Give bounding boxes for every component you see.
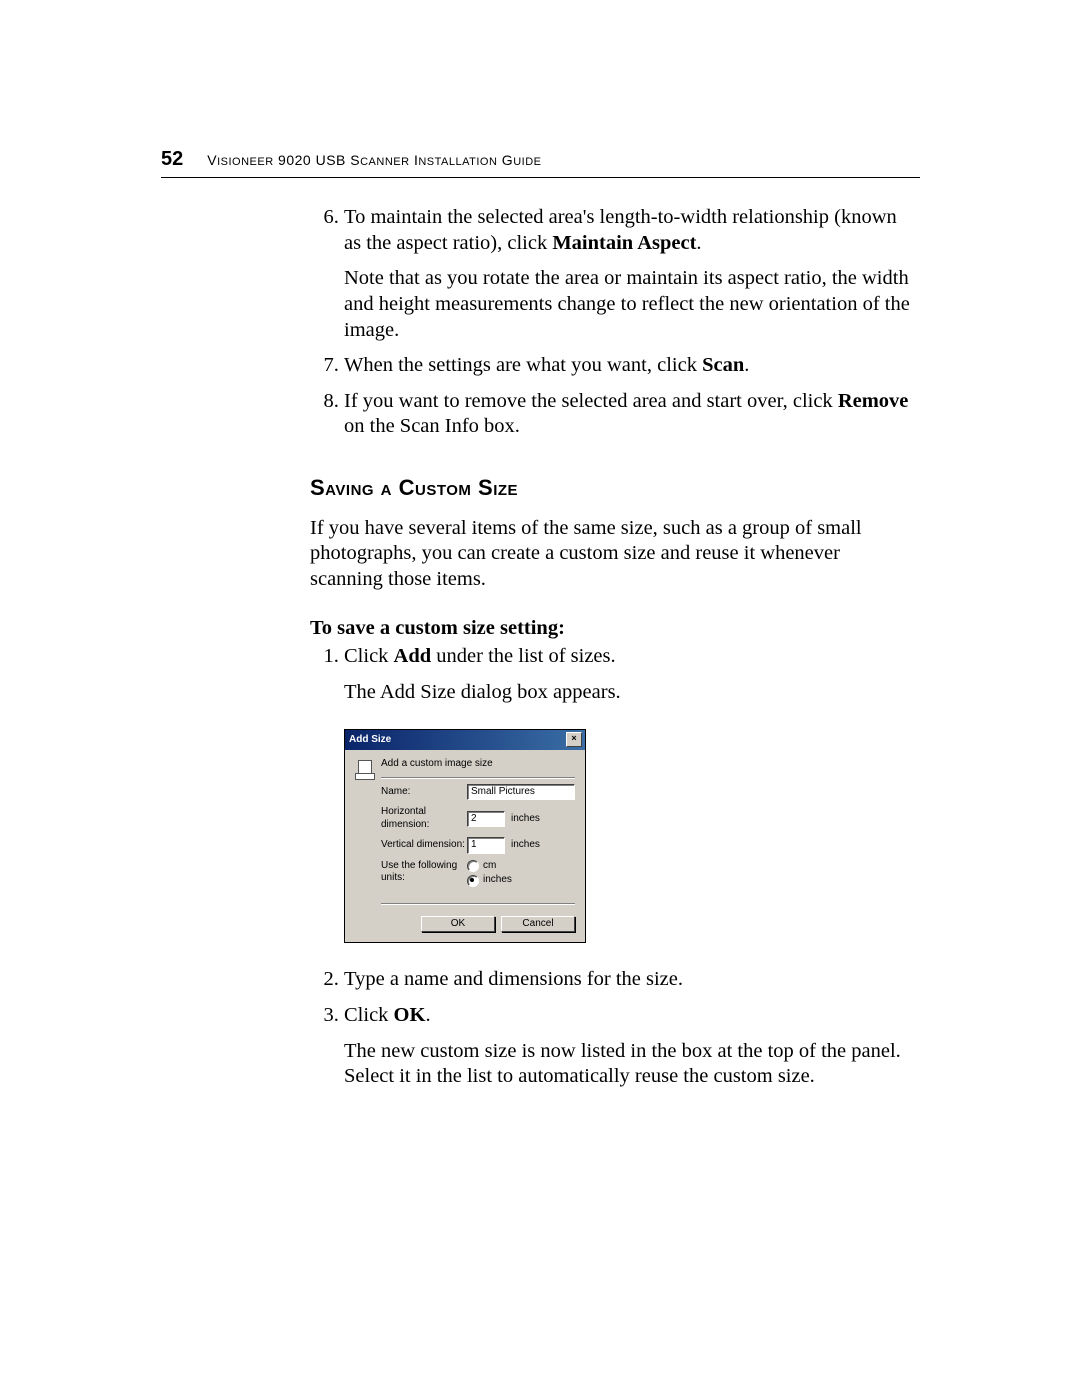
step-7: When the settings are what you want, cli… bbox=[344, 353, 915, 379]
dialog-title: Add Size bbox=[349, 734, 391, 747]
radio-inches-option[interactable]: inches bbox=[467, 874, 512, 887]
proc-step-1-note: The Add Size dialog box appears. bbox=[344, 680, 915, 706]
radio-cm-icon bbox=[467, 860, 479, 872]
close-icon[interactable]: × bbox=[566, 732, 582, 747]
dialog-instruction-row: Add a custom image size bbox=[355, 758, 575, 784]
dialog-body: Add a custom image size Name: Small Pict… bbox=[345, 750, 585, 916]
radio-inches-icon bbox=[467, 875, 479, 887]
procedure-subhead: To save a custom size setting: bbox=[310, 616, 915, 642]
proc-step-3-note: The new custom size is now listed in the… bbox=[344, 1039, 915, 1090]
name-field[interactable]: Small Pictures bbox=[467, 784, 575, 801]
vertical-row: Vertical dimension: 1 inches bbox=[381, 837, 575, 854]
ruler-icon bbox=[355, 758, 373, 780]
radio-inches-label: inches bbox=[483, 874, 512, 887]
add-size-dialog-figure: Add Size × Add a custom image size Name:… bbox=[344, 729, 915, 943]
header-title: VISIONEER 9020 USB SCANNER INSTALLATION … bbox=[207, 152, 541, 168]
radio-cm-option[interactable]: cm bbox=[467, 860, 512, 873]
proc-step-3: Click OK. The new custom size is now lis… bbox=[344, 1003, 915, 1090]
horizontal-row: Horizontal dimension: 2 inches bbox=[381, 806, 575, 831]
vertical-field[interactable]: 1 bbox=[467, 837, 505, 854]
step-8: If you want to remove the selected area … bbox=[344, 389, 915, 440]
section-intro: If you have several items of the same si… bbox=[310, 516, 915, 593]
units-label: Use the following units: bbox=[381, 860, 467, 885]
vertical-unit: inches bbox=[511, 839, 540, 852]
ok-button[interactable]: OK bbox=[421, 916, 495, 933]
proc-step-2: Type a name and dimensions for the size. bbox=[344, 967, 915, 993]
cancel-button[interactable]: Cancel bbox=[501, 916, 575, 933]
step-6: To maintain the selected area's length-t… bbox=[344, 205, 915, 343]
units-row: Use the following units: cm inches bbox=[381, 860, 575, 889]
section-title: Saving a Custom Size bbox=[310, 474, 915, 502]
dialog-form: Name: Small Pictures Horizontal dimensio… bbox=[381, 784, 575, 904]
page-number: 52 bbox=[161, 148, 183, 171]
name-row: Name: Small Pictures bbox=[381, 784, 575, 801]
horizontal-label: Horizontal dimension: bbox=[381, 806, 467, 831]
units-radio-group: cm inches bbox=[467, 860, 512, 889]
page: 52 VISIONEER 9020 USB SCANNER INSTALLATI… bbox=[0, 0, 1080, 1397]
step-6-note: Note that as you rotate the area or main… bbox=[344, 266, 915, 343]
content-area: To maintain the selected area's length-t… bbox=[310, 205, 915, 1100]
page-header: 52 VISIONEER 9020 USB SCANNER INSTALLATI… bbox=[161, 148, 920, 178]
name-label: Name: bbox=[381, 786, 467, 799]
dialog-instruction: Add a custom image size bbox=[381, 758, 575, 778]
continued-steps-list: To maintain the selected area's length-t… bbox=[310, 205, 915, 440]
vertical-label: Vertical dimension: bbox=[381, 839, 467, 852]
procedure-steps-list-cont: Type a name and dimensions for the size.… bbox=[310, 967, 915, 1090]
dialog-titlebar: Add Size × bbox=[345, 730, 585, 750]
procedure-steps-list: Click Add under the list of sizes. The A… bbox=[310, 644, 915, 705]
proc-step-1: Click Add under the list of sizes. The A… bbox=[344, 644, 915, 705]
radio-cm-label: cm bbox=[483, 860, 496, 873]
dialog-buttons: OK Cancel bbox=[345, 916, 585, 943]
add-size-dialog: Add Size × Add a custom image size Name:… bbox=[344, 729, 586, 943]
horizontal-unit: inches bbox=[511, 813, 540, 826]
horizontal-field[interactable]: 2 bbox=[467, 811, 505, 828]
